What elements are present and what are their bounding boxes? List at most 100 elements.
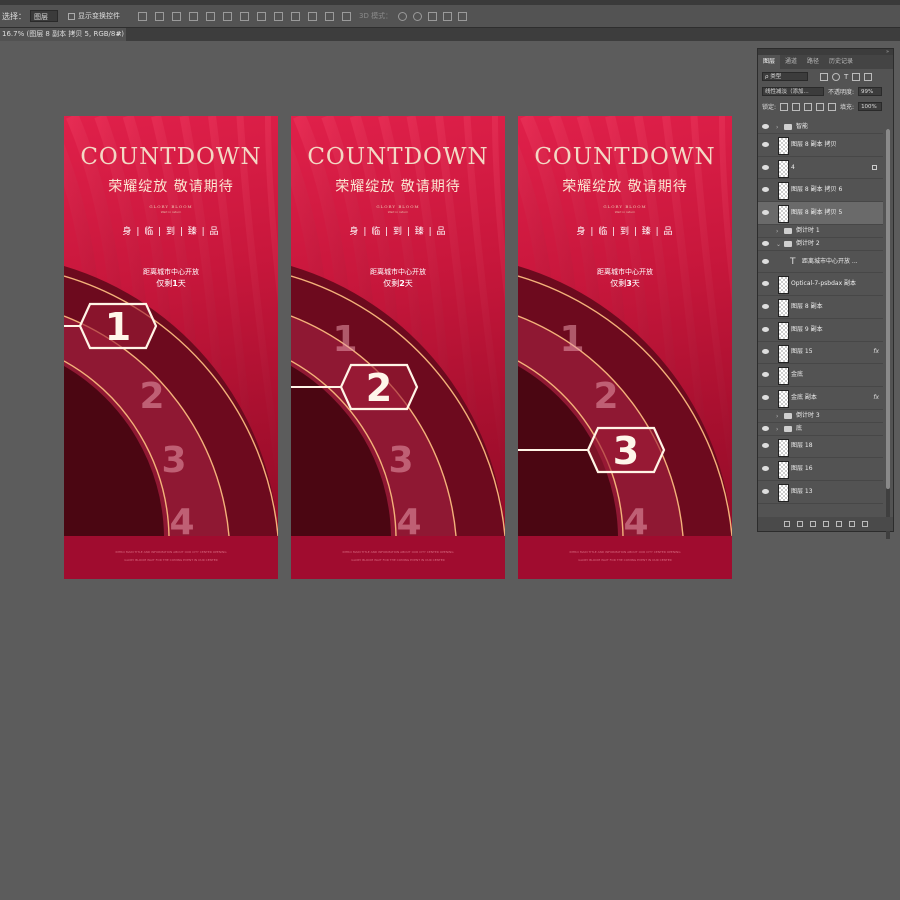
tab-channels[interactable]: 通道 xyxy=(780,55,802,69)
link-icon[interactable] xyxy=(783,521,790,527)
layer-row[interactable]: 金底 副本 fx xyxy=(758,387,883,410)
select-dropdown[interactable]: 图层 xyxy=(30,10,58,22)
align-top-icon[interactable] xyxy=(138,11,147,21)
auto-align-icon[interactable] xyxy=(342,11,351,21)
filter-type-icon[interactable]: T xyxy=(844,73,848,81)
layer-row[interactable]: Optical-7-psbdax 副本 xyxy=(758,273,883,297)
layer-row[interactable]: 图层 8 副本 xyxy=(758,296,883,319)
new-layer-icon[interactable] xyxy=(848,521,855,527)
visibility-eye-icon[interactable] xyxy=(762,303,769,309)
layer-row[interactable]: 图层 9 副本 xyxy=(758,319,883,342)
chevron-right-icon[interactable]: › xyxy=(776,426,778,433)
distribute-top-icon[interactable] xyxy=(240,11,249,21)
show-transform-checkbox[interactable] xyxy=(68,12,75,20)
layer-row[interactable]: 图层 8 副本 拷贝 xyxy=(758,134,883,157)
layer-filter-dropdown[interactable]: ρ 类型 xyxy=(762,72,808,81)
visibility-eye-icon[interactable] xyxy=(762,124,769,129)
visibility-eye-icon[interactable] xyxy=(762,326,769,332)
layer-row[interactable]: 图层 8 副本 拷贝 6 xyxy=(758,179,883,203)
layer-row[interactable]: 图层 8 副本 拷贝 5 xyxy=(758,202,883,225)
opacity-input[interactable]: 99% xyxy=(858,87,883,96)
visibility-eye-icon[interactable] xyxy=(762,187,769,193)
visibility-eye-icon[interactable] xyxy=(762,466,769,472)
fill-input[interactable]: 100% xyxy=(858,102,883,111)
lock-transparent-icon[interactable] xyxy=(780,102,789,111)
distribute-center-icon[interactable] xyxy=(308,11,317,21)
fx-icon[interactable] xyxy=(796,521,803,527)
align-bottom-icon[interactable] xyxy=(172,11,181,21)
chevron-right-icon[interactable]: › xyxy=(776,228,778,235)
folder-icon[interactable] xyxy=(835,521,842,527)
layer-thumbnail xyxy=(778,182,789,201)
fx-icon[interactable]: fx xyxy=(873,348,879,355)
visibility-eye-icon[interactable] xyxy=(762,281,769,287)
layer-row[interactable]: › 倒计时 3 xyxy=(758,410,883,423)
chevron-right-icon[interactable]: › xyxy=(776,124,778,131)
mask-icon[interactable] xyxy=(809,521,816,527)
layer-row[interactable]: T 距离城市中心开放 ... xyxy=(758,251,883,274)
visibility-eye-icon[interactable] xyxy=(762,443,769,449)
trash-icon[interactable] xyxy=(861,521,868,527)
3d-pan-icon[interactable] xyxy=(428,11,438,21)
visibility-eye-icon[interactable] xyxy=(762,240,769,246)
layer-thumbnail xyxy=(778,389,789,408)
3d-rotate-icon[interactable] xyxy=(398,11,408,21)
chevron-right-icon[interactable]: › xyxy=(776,413,778,420)
lock-artboard-icon[interactable] xyxy=(816,102,825,111)
layer-name: 图层 13 xyxy=(791,487,813,495)
align-left-icon[interactable] xyxy=(189,11,198,21)
lock-all-icon[interactable] xyxy=(828,102,837,111)
filter-adjustment-icon[interactable] xyxy=(832,72,840,81)
layer-row[interactable]: › 倒计时 1 xyxy=(758,225,883,238)
layers-scrollbar[interactable] xyxy=(886,129,890,539)
layer-row[interactable]: › 底 xyxy=(758,423,883,436)
visibility-eye-icon[interactable] xyxy=(762,372,769,378)
footer-line: INTRO MAIN TITLE AND INFORMATION ABOUT O… xyxy=(569,550,681,554)
filter-shape-icon[interactable] xyxy=(852,72,861,81)
close-icon[interactable]: × xyxy=(116,28,122,41)
layer-row[interactable]: 图层 15 fx xyxy=(758,342,883,365)
visibility-eye-icon[interactable] xyxy=(762,413,769,418)
align-middle-icon[interactable] xyxy=(155,11,164,21)
visibility-eye-icon[interactable] xyxy=(762,141,769,147)
distribute-left-icon[interactable] xyxy=(291,11,300,21)
layer-row[interactable]: ⌄ 倒计时 2 xyxy=(758,238,883,251)
fx-icon[interactable]: fx xyxy=(873,394,879,401)
tab-layers[interactable]: 图层 xyxy=(758,55,781,69)
dial-number: 1 xyxy=(332,319,357,360)
chevron-down-icon[interactable]: ⌄ xyxy=(776,241,781,248)
layer-row[interactable]: 图层 13 xyxy=(758,481,883,504)
lock-position-icon[interactable] xyxy=(804,102,813,111)
3d-slide-icon[interactable] xyxy=(443,11,453,21)
visibility-eye-icon[interactable] xyxy=(762,488,769,494)
layer-row[interactable]: 图层 18 xyxy=(758,436,883,459)
layer-row[interactable]: › 智能 xyxy=(758,121,883,134)
document-tab-title: 16.7% (图层 8 副本 拷贝 5, RGB/8#) * xyxy=(2,30,126,38)
layer-row[interactable]: 图层 16 xyxy=(758,458,883,481)
distribute-bottom-icon[interactable] xyxy=(274,11,283,21)
document-tab[interactable]: 16.7% (图层 8 副本 拷贝 5, RGB/8#) * × xyxy=(0,28,126,41)
distribute-middle-icon[interactable] xyxy=(257,11,266,21)
filter-pixel-icon[interactable] xyxy=(820,72,828,81)
blend-mode-dropdown[interactable]: 线性减淡（添加... xyxy=(762,87,824,96)
visibility-eye-icon[interactable] xyxy=(762,164,769,170)
scrollbar-thumb[interactable] xyxy=(886,129,890,489)
visibility-eye-icon[interactable] xyxy=(762,228,769,233)
visibility-eye-icon[interactable] xyxy=(762,209,769,215)
filter-smart-object-icon[interactable] xyxy=(864,72,873,81)
adjustment-icon[interactable] xyxy=(822,521,829,527)
3d-roll-icon[interactable] xyxy=(413,11,423,21)
distribute-right-icon[interactable] xyxy=(325,11,334,21)
visibility-eye-icon[interactable] xyxy=(762,258,769,264)
3d-scale-icon[interactable] xyxy=(458,11,468,21)
visibility-eye-icon[interactable] xyxy=(762,349,769,355)
tab-paths[interactable]: 路径 xyxy=(802,55,824,69)
lock-pixels-icon[interactable] xyxy=(792,102,801,111)
align-center-icon[interactable] xyxy=(206,11,215,21)
layer-row[interactable]: 金底 xyxy=(758,364,883,387)
tab-history[interactable]: 历史记录 xyxy=(824,55,858,69)
visibility-eye-icon[interactable] xyxy=(762,425,769,431)
visibility-eye-icon[interactable] xyxy=(762,394,769,400)
layer-row[interactable]: 4 xyxy=(758,157,883,180)
align-right-icon[interactable] xyxy=(223,11,232,21)
